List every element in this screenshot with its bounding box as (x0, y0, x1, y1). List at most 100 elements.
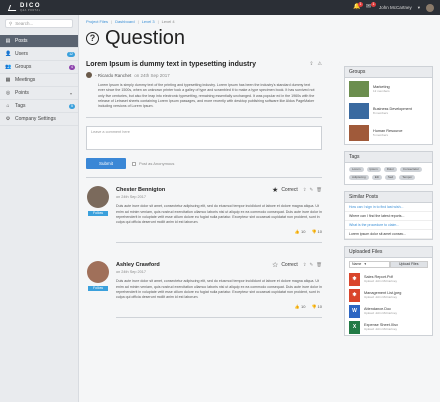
user-name[interactable]: John McCartney (379, 5, 412, 10)
star-icon[interactable]: ☆ (272, 261, 278, 269)
answer-avatar[interactable] (87, 186, 109, 209)
answer-date: on 24th Sep 2017 (116, 195, 146, 200)
delete-icon[interactable]: 🗑 (316, 187, 322, 193)
group-thumbnail (349, 81, 369, 97)
upload-files-button[interactable]: Upload Files (389, 261, 428, 268)
sidebar-item-posts[interactable]: ▤ Posts (0, 35, 78, 48)
file-uploader: Upload: John McCartney (364, 279, 398, 283)
breadcrumb-item[interactable]: Level 3 (142, 19, 155, 24)
chevron-down-icon[interactable]: ▾ (418, 5, 420, 11)
edit-icon[interactable]: ✎ (310, 187, 314, 193)
question-date: on 24th Sep 2017 (134, 72, 170, 78)
answer-item: Follow Ashley Crawford ☆ Correct ⇪ ✎ 🗑 on 24th … (86, 261, 322, 326)
question-author[interactable]: - Ricardo Ranchet (95, 73, 131, 78)
sidebar-item-groups[interactable]: 👥 Groups 4 (0, 61, 78, 74)
delete-icon[interactable]: 🗑 (316, 262, 322, 268)
submit-button[interactable]: Submit (86, 158, 126, 170)
divider (86, 117, 322, 119)
sidebar-item-tags[interactable]: ⌂ Tags 5 (0, 100, 78, 113)
groups-icon: 👥 (5, 64, 12, 70)
share-icon[interactable]: ⇪ (303, 187, 307, 193)
tag-chip[interactable]: Lorem (349, 167, 364, 172)
follow-button[interactable]: Follow (88, 286, 108, 292)
settings-icon: ⚙ (5, 116, 11, 122)
panel-title: Uploaded Files (345, 247, 432, 258)
answer-author[interactable]: Ashley Crawford (116, 262, 160, 268)
answer-text: Duis aute irure dolor sit amet, consecte… (116, 204, 322, 225)
divider (116, 242, 322, 244)
tag-chip[interactable]: Tempor (399, 175, 416, 180)
posts-icon: ▤ (5, 38, 11, 44)
breadcrumb-item: Level 4 (161, 19, 175, 24)
search-icon: ⚲ (9, 20, 13, 26)
correct-label[interactable]: Correct (281, 187, 297, 193)
like-button[interactable]: 👍 10 (295, 229, 306, 234)
breadcrumb-item[interactable]: Project Files (86, 19, 108, 24)
file-uploader: Upload: John McCartney (364, 295, 398, 299)
divider (86, 177, 322, 179)
group-members: 8 members (373, 111, 389, 115)
top-bar: DICO Q&A PORTAL 🔔 1 ✉ 1 John McCartney ▾ (0, 0, 440, 15)
tag-chip[interactable]: Ipsum (366, 167, 381, 172)
messages-icon[interactable]: ✉ 1 (366, 2, 376, 11)
similar-posts-panel: Similar Posts How can I sign in to find … (344, 191, 433, 240)
avatar[interactable] (426, 3, 434, 12)
sidebar-item-users[interactable]: 👤 Users 12 (0, 48, 78, 61)
group-item[interactable]: Human Resource 5 members (345, 122, 432, 144)
sidebar-item-label: Users (15, 51, 29, 57)
file-item[interactable]: ✱ Sales Report.Pdf Upload: John McCartney (345, 271, 432, 287)
divider (116, 317, 322, 319)
tag-chip[interactable]: Elit (371, 175, 382, 180)
file-item[interactable]: X Expense Sheet.Xlsx Upload: John McCartne… (345, 319, 432, 335)
users-icon: 👤 (5, 51, 12, 57)
file-item[interactable]: W Attendance.Doc Upload: John McCartney (345, 303, 432, 319)
answer-author[interactable]: Chester Bennigton (116, 187, 165, 193)
share-icon[interactable]: ⇪ (309, 61, 313, 67)
notifications-icon[interactable]: 🔔 1 (353, 2, 363, 11)
group-item[interactable]: Business Development 8 members (345, 100, 432, 122)
points-icon: ◎ (5, 90, 11, 96)
tag-chip[interactable]: Consectetur (399, 167, 423, 172)
sidebar-item-points[interactable]: ◎ Points ▾ (0, 87, 78, 100)
group-thumbnail (349, 125, 369, 141)
share-icon[interactable]: ⇪ (303, 262, 307, 268)
similar-post-link[interactable]: Lorem ipsum dolor sit amet consec... (345, 230, 432, 239)
logo[interactable]: DICO Q&A PORTAL (0, 3, 80, 12)
comment-input[interactable]: Leave a comment here (86, 126, 322, 151)
edit-icon[interactable]: ✎ (310, 262, 314, 268)
follow-button[interactable]: Follow (88, 211, 108, 217)
main-content: Lorem Ipsum is dummy text in typesetting… (86, 61, 322, 336)
breadcrumb-item[interactable]: Dashboard (115, 19, 135, 24)
correct-label[interactable]: Correct (281, 262, 297, 268)
tag-chip[interactable]: Sed (384, 175, 397, 180)
similar-post-link[interactable]: How can I sign in to find last wish... (345, 203, 432, 212)
sidebar: ⚲ Search... ▤ Posts 👤 Users 12 👥 Groups 4 ▦ Meeti… (0, 15, 79, 402)
answer-item: Follow Chester Bennigton ★ Correct ⇪ ✎ 🗑 on 24t… (86, 186, 322, 251)
tag-chip[interactable]: Adipiscing (349, 175, 369, 180)
question-title: Lorem Ipsum is dummy text in typesetting… (86, 61, 256, 68)
group-item[interactable]: Marketing 12 members (345, 78, 432, 100)
anonymous-checkbox[interactable]: Post as Anonymous (132, 161, 174, 166)
dislike-button[interactable]: 👎 10 (311, 229, 322, 234)
similar-post-link[interactable]: Where can I find the latest reports... (345, 212, 432, 221)
sidebar-item-company-settings[interactable]: ⚙ Company Settings (0, 113, 78, 126)
sidebar-item-label: Company Settings (15, 116, 56, 122)
doc-file-icon: W (349, 304, 360, 318)
page-title: ? Question (86, 27, 185, 50)
chevron-down-icon: ▾ (69, 90, 72, 96)
sidebar-item-meetings[interactable]: ▦ Meetings (0, 74, 78, 87)
search-input[interactable]: ⚲ Search... (5, 19, 73, 28)
sort-select[interactable]: Name ▾ (349, 261, 390, 268)
group-thumbnail (349, 103, 369, 119)
author-avatar[interactable] (86, 72, 92, 78)
similar-post-link[interactable]: What is the procedure to claim... (345, 221, 432, 230)
count-badge: 12 (67, 51, 75, 57)
file-item[interactable]: ✱ Management List.jpeg Upload: John McCart… (345, 287, 432, 303)
star-icon[interactable]: ★ (272, 186, 278, 194)
answer-avatar[interactable] (87, 261, 109, 284)
like-button[interactable]: 👍 10 (295, 304, 306, 309)
dislike-button[interactable]: 👎 10 (311, 304, 322, 309)
tag-chip[interactable]: Dolor (383, 167, 397, 172)
report-icon[interactable]: ⚠ (318, 61, 322, 67)
answer-date: on 24th Sep 2017 (116, 270, 146, 275)
